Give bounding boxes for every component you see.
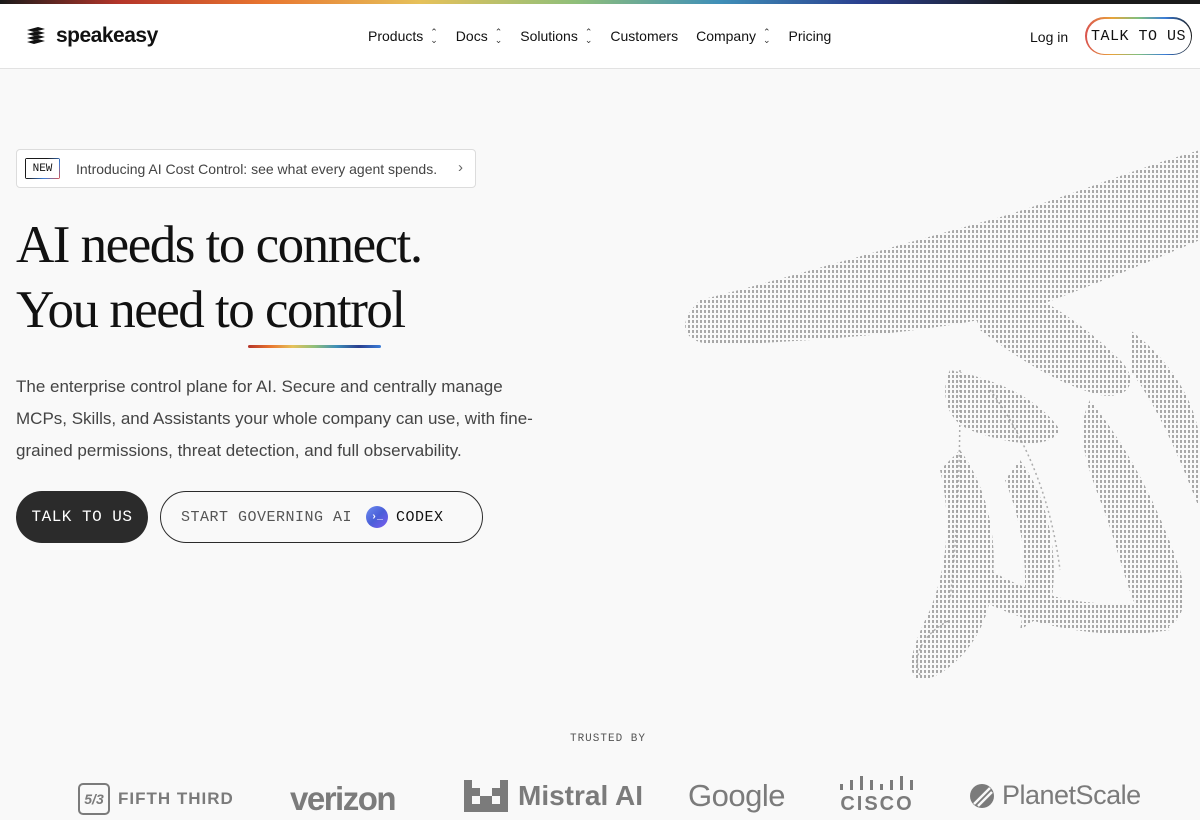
cisco-logo: CISCO [838,776,916,816]
fifth-third-logo: 5/3 FIFTH THIRD [78,783,234,815]
nav-label: Customers [610,28,679,44]
chevron-updown-icon: ⌃ ⌄ [763,27,771,45]
codex-label: CODEX [396,508,444,526]
trusted-by-label: TRUSTED BY [569,733,646,745]
fifth-third-wordmark: FIFTH THIRD [118,789,234,808]
announcement-banner[interactable]: NEW Introducing AI Cost Control: see wha… [16,149,476,188]
verizon-logo: verizon [290,780,397,817]
login-link[interactable]: Log in [1030,29,1068,45]
planetscale-wordmark: PlanetScale [1002,780,1141,810]
talk-to-us-header-button[interactable]: TALK TO US [1085,17,1192,55]
chevron-updown-icon: ⌃ ⌄ [584,27,593,45]
headline-gradient-underline [248,345,381,348]
talk-to-us-button[interactable]: TALK TO US [16,491,148,543]
mistral-mark-icon [464,780,508,812]
main-nav: Products ⌃ ⌄ Docs ⌃ ⌄ Solutions ⌃ ⌄ Custome… [368,27,849,45]
nav-item-products[interactable]: Products ⌃ ⌄ [368,27,438,45]
new-badge: NEW [25,158,60,179]
nav-label: Docs [455,28,488,44]
brand-name: speakeasy [56,24,158,47]
nav-label: Company [696,28,756,44]
planetscale-mark-icon [970,783,994,808]
new-badge-label: NEW [26,159,59,178]
nav-item-pricing[interactable]: Pricing [789,28,832,44]
nav-item-solutions[interactable]: Solutions ⌃ ⌄ [520,27,593,45]
announcement-text: Introducing AI Cost Control: see what ev… [76,160,438,177]
nav-item-company[interactable]: Company ⌃ ⌄ [696,27,771,45]
talk-to-us-button-label: TALK TO US [31,508,133,526]
nav-item-docs[interactable]: Docs ⌃ ⌄ [455,27,503,45]
headline-line-1: AI needs to connect. [16,216,423,274]
speakeasy-logo-icon [27,27,45,44]
fifth-third-mark-icon: 5/3 [78,783,110,815]
ascii-hand-illustration [685,150,1200,680]
cisco-wordmark: CISCO [840,793,914,815]
chevron-right-icon: › [458,159,463,176]
brand-logo[interactable]: speakeasy [25,24,158,48]
nav-item-customers[interactable]: Customers [610,28,678,44]
nav-label: Products [368,28,424,44]
talk-to-us-label: TALK TO US [1086,18,1191,54]
mistral-wordmark: Mistral AI [518,780,643,811]
google-logo: Google [688,778,785,813]
planetscale-logo: PlanetScale [968,780,1141,811]
chevron-updown-icon: ⌃ ⌄ [430,27,438,45]
headline-line-2: You need to control [16,281,406,339]
codex-icon: ›_ [366,506,389,528]
start-governing-button[interactable]: START GOVERNING AI ›_ CODEX [160,491,483,543]
start-governing-label: START GOVERNING AI [181,508,353,526]
mistral-ai-logo: Mistral AI [464,780,643,812]
cisco-bars-icon [840,776,913,790]
hero-description: The enterprise control plane for AI. Sec… [16,377,533,460]
nav-label: Pricing [788,28,832,44]
site-header: speakeasy Products ⌃ ⌄ Docs ⌃ ⌄ Solutions … [0,4,1200,69]
chevron-updown-icon: ⌃ ⌄ [494,27,503,45]
trusted-logos-row: 5/3 FIFTH THIRD verizon Mistral AI Googl… [0,772,1200,820]
nav-label: Solutions [520,28,578,44]
hero-headline: AI needs to connect. You need to control [16,213,423,343]
